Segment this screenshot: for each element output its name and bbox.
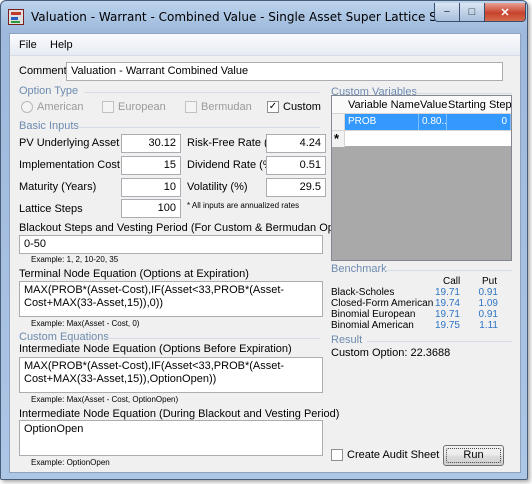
- basic-inputs-divider: [78, 127, 320, 128]
- app-icon: [8, 9, 24, 25]
- intermediate-label: Intermediate Node Equation (Options Befo…: [19, 343, 292, 355]
- intermediate-blackout-field[interactable]: OptionOpen: [19, 420, 323, 456]
- menu-file[interactable]: File: [19, 39, 37, 51]
- custom-label: Custom: [283, 101, 321, 113]
- col-value[interactable]: Value: [420, 99, 447, 111]
- maximize-icon: □: [468, 6, 476, 18]
- menu-bar: File Help: [10, 34, 520, 56]
- lattice-steps-field[interactable]: 100: [121, 199, 181, 218]
- benchmark-call-value: 19.71: [434, 287, 460, 298]
- intermediate-equation-field[interactable]: MAX(PROB*(Asset-Cost),IF(Asset<33,PROB*(…: [19, 357, 323, 393]
- cell-variable-name[interactable]: PROB: [345, 114, 419, 130]
- benchmark-header: Benchmark: [331, 263, 387, 275]
- intermediate-blackout-example: Example: OptionOpen: [31, 458, 110, 467]
- option-type-divider: [84, 92, 320, 93]
- american-radio[interactable]: [21, 101, 33, 113]
- minimize-button[interactable]: −: [434, 3, 460, 22]
- row-header[interactable]: [332, 114, 345, 130]
- custom-variables-grid[interactable]: Variable Name Value Starting Step PROB 0…: [331, 95, 512, 261]
- new-row-marker-icon: *: [334, 131, 340, 146]
- window-title: Valuation - Warrant - Combined Value - S…: [31, 10, 467, 24]
- volatility-label: Volatility (%): [187, 181, 248, 193]
- close-button[interactable]: ✕: [484, 3, 526, 22]
- table-row[interactable]: PROB 0.80... 0: [332, 114, 511, 130]
- bermudan-checkbox[interactable]: [185, 101, 197, 113]
- benchmark-row-label: Binomial American: [331, 320, 414, 331]
- basic-inputs-header: Basic Inputs: [19, 120, 79, 132]
- grid-header-row: Variable Name Value Starting Step: [332, 96, 512, 114]
- volatility-field[interactable]: 29.5: [266, 178, 326, 197]
- risk-free-field[interactable]: 4.24: [266, 134, 326, 153]
- result-text: Custom Option: 22.3688: [331, 347, 451, 359]
- run-focus-ring: [446, 448, 501, 463]
- option-type-header: Option Type: [19, 85, 79, 97]
- benchmark-put-value: 1.11: [479, 320, 498, 331]
- american-label: American: [37, 101, 84, 113]
- audit-label: Create Audit Sheet: [347, 449, 440, 461]
- checkmark-icon: ✓: [268, 101, 278, 112]
- menu-help[interactable]: Help: [50, 39, 73, 51]
- annualized-note: * All inputs are annualized rates: [187, 201, 300, 210]
- blackout-example: Example: 1, 2, 10-20, 35: [31, 255, 119, 264]
- result-header: Result: [331, 334, 363, 346]
- custom-equations-header: Custom Equations: [19, 331, 109, 343]
- impl-cost-label: Implementation Cost ($): [19, 159, 137, 171]
- minimize-icon: −: [443, 6, 451, 18]
- benchmark-put-value: 0.91: [478, 309, 498, 320]
- close-icon: ✕: [500, 6, 510, 19]
- comment-label: Comment: [19, 65, 67, 77]
- terminal-label: Terminal Node Equation (Options at Expir…: [19, 268, 249, 280]
- maximize-button[interactable]: □: [459, 3, 485, 22]
- cell-value[interactable]: 0.80...: [419, 114, 447, 130]
- custom-checkbox[interactable]: ✓: [267, 101, 279, 113]
- terminal-example: Example: Max(Asset - Cost, 0): [31, 319, 140, 328]
- european-label: European: [118, 101, 166, 113]
- pv-underlying-field[interactable]: 30.12: [121, 134, 181, 153]
- benchmark-row-label: Black-Scholes: [331, 287, 395, 298]
- benchmark-row-label: Binomial European: [331, 309, 416, 320]
- custom-equations-divider: [105, 338, 320, 339]
- benchmark-call-value: 19.71: [434, 309, 460, 320]
- bermudan-label: Bermudan: [201, 101, 252, 113]
- impl-cost-field[interactable]: 15: [121, 156, 181, 175]
- maturity-field[interactable]: 10: [121, 178, 181, 197]
- cell-starting-step[interactable]: 0: [447, 114, 511, 130]
- lattice-steps-label: Lattice Steps: [19, 203, 83, 215]
- intermediate-example: Example: Max(Asset - Cost, OptionOpen): [31, 395, 179, 404]
- intermediate-blackout-label: Intermediate Node Equation (During Black…: [19, 408, 340, 420]
- comment-field[interactable]: Valuation - Warrant Combined Value: [66, 62, 503, 81]
- client-area: File Help Comment Valuation - Warrant Co…: [9, 33, 521, 473]
- audit-checkbox[interactable]: [331, 449, 343, 461]
- benchmark-divider: [384, 270, 512, 271]
- benchmark-put-value: 1.09: [478, 298, 498, 309]
- app-window: Valuation - Warrant - Combined Value - S…: [0, 0, 528, 480]
- benchmark-call-value: 19.74: [434, 298, 460, 309]
- benchmark-call-header: Call: [443, 276, 461, 287]
- new-row[interactable]: *: [332, 130, 511, 147]
- col-variable-name[interactable]: Variable Name: [348, 99, 420, 111]
- title-bar[interactable]: Valuation - Warrant - Combined Value - S…: [1, 1, 527, 33]
- row-header[interactable]: *: [332, 131, 345, 147]
- terminal-equation-field[interactable]: MAX(PROB*(Asset-Cost),IF(Asset<33,PROB*(…: [19, 281, 323, 317]
- blackout-field[interactable]: 0-50: [19, 235, 323, 254]
- blackout-label: Blackout Steps and Vesting Period (For C…: [19, 222, 356, 234]
- european-checkbox[interactable]: [102, 101, 114, 113]
- benchmark-put-value: 0.91: [478, 287, 498, 298]
- custom-variables-divider: [415, 93, 512, 94]
- run-button[interactable]: Run: [443, 445, 504, 466]
- benchmark-put-header: Put: [482, 276, 498, 287]
- maturity-label: Maturity (Years): [19, 181, 97, 193]
- benchmark-call-value: 19.75: [434, 320, 460, 331]
- dividend-label: Dividend Rate (%): [187, 159, 277, 171]
- result-divider: [367, 341, 512, 342]
- pv-underlying-label: PV Underlying Asset ($): [19, 137, 136, 149]
- dividend-field[interactable]: 0.51: [266, 156, 326, 175]
- col-starting-step[interactable]: Starting Step: [448, 99, 512, 111]
- benchmark-row-label: Closed-Form American: [331, 298, 434, 309]
